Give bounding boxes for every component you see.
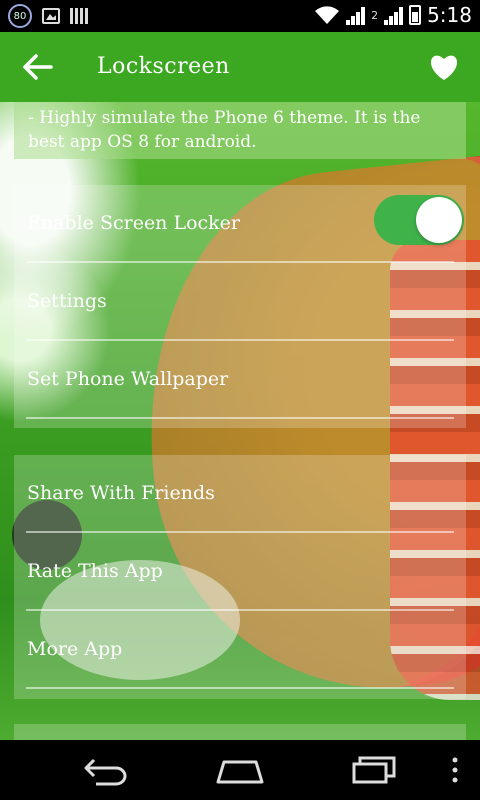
enable-screen-locker-row[interactable]: Enable Screen Locker [26, 185, 464, 263]
sim-label: 2 [371, 8, 379, 22]
settings-label: Settings [27, 290, 107, 312]
navigation-bar [0, 740, 480, 800]
signal-icon-1 [346, 5, 366, 25]
nav-recents-button[interactable] [350, 754, 398, 786]
signal-icon-2 [384, 5, 404, 25]
rate-this-app-row[interactable]: Rate This App [26, 533, 454, 611]
enable-screen-locker-label: Enable Screen Locker [27, 212, 240, 234]
toggle-knob [416, 197, 462, 243]
more-app-row[interactable]: More App [26, 611, 454, 689]
actions-panel: Share With Friends Rate This App More Ap… [14, 455, 466, 699]
settings-row[interactable]: Settings [26, 263, 454, 341]
favorite-button[interactable] [428, 52, 460, 82]
image-notification-icon [42, 8, 60, 24]
settings-panel: Enable Screen Locker Settings Set Phone … [14, 185, 466, 428]
nav-home-button[interactable] [214, 754, 266, 786]
bottom-panel-edge [14, 724, 466, 740]
heart-icon [430, 55, 458, 80]
wifi-icon [315, 6, 340, 24]
screen-locker-toggle[interactable] [374, 195, 464, 245]
share-with-friends-row[interactable]: Share With Friends [26, 455, 454, 533]
page-title: Lockscreen [97, 54, 230, 79]
app-description: - Highly simulate the Phone 6 theme. It … [14, 102, 466, 159]
nav-recents-icon [352, 756, 396, 784]
nav-home-icon [216, 760, 264, 784]
status-time: 5:18 [427, 3, 472, 27]
nav-back-button[interactable] [82, 754, 130, 786]
app-bar: Lockscreen [0, 32, 480, 102]
overflow-menu-icon [452, 757, 458, 783]
notification-badge: 80 [8, 4, 32, 28]
nav-back-icon [84, 758, 127, 786]
back-button[interactable] [18, 49, 58, 85]
barcode-notification-icon [70, 8, 88, 24]
set-phone-wallpaper-label: Set Phone Wallpaper [27, 368, 229, 390]
status-bar: 80 2 5:18 [0, 0, 480, 32]
more-app-label: More App [27, 638, 123, 660]
share-with-friends-label: Share With Friends [27, 482, 215, 504]
rate-this-app-label: Rate This App [27, 560, 163, 582]
arrow-left-icon [23, 54, 53, 80]
set-phone-wallpaper-row[interactable]: Set Phone Wallpaper [26, 341, 454, 419]
battery-icon [409, 5, 422, 25]
overflow-menu-button[interactable] [448, 754, 462, 786]
